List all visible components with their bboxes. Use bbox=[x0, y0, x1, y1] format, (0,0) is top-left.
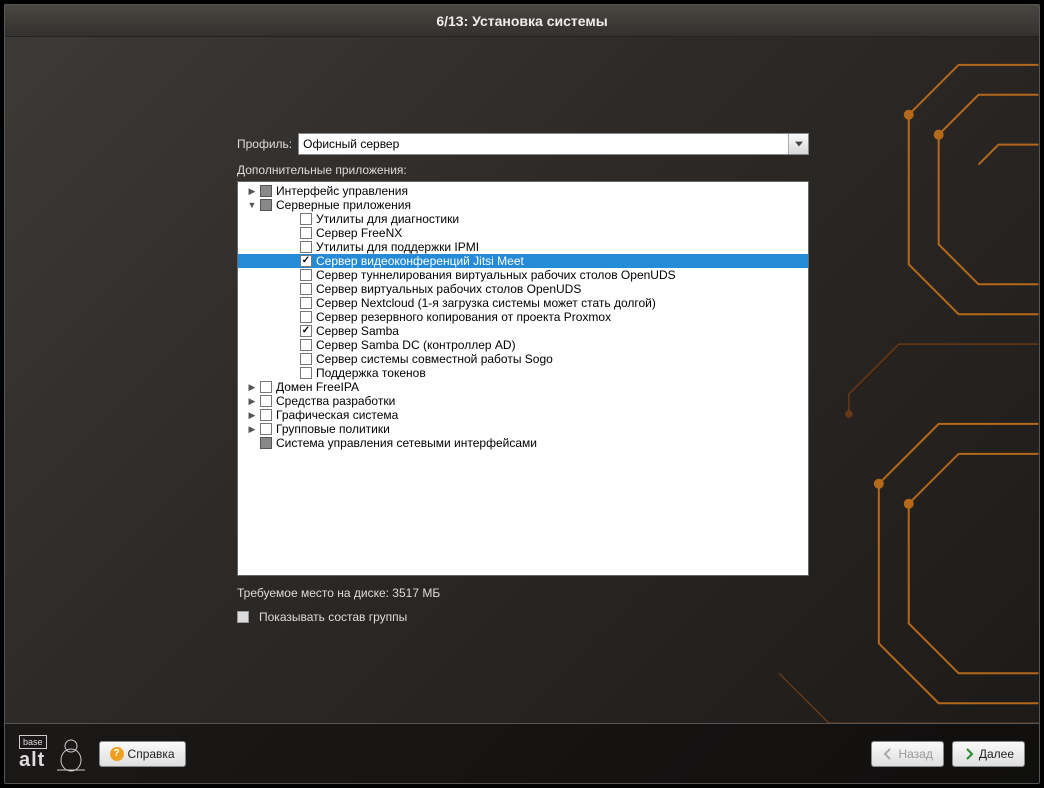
tree-checkbox[interactable] bbox=[300, 269, 312, 281]
tree-checkbox[interactable] bbox=[260, 185, 272, 197]
tree-checkbox[interactable] bbox=[260, 409, 272, 421]
tree-item[interactable]: Сервер Samba bbox=[238, 324, 808, 338]
expander-none bbox=[282, 367, 294, 379]
profile-label: Профиль: bbox=[237, 137, 292, 151]
tree-checkbox[interactable] bbox=[300, 213, 312, 225]
tree-item-label: Домен FreeIPA bbox=[276, 380, 359, 394]
tree-item-label: Сервер Nextcloud (1-я загрузка системы м… bbox=[316, 296, 656, 310]
tree-item[interactable]: Сервер Nextcloud (1-я загрузка системы м… bbox=[238, 296, 808, 310]
disk-required-label: Требуемое место на диске: 3517 МБ bbox=[237, 586, 809, 600]
tree-item-label: Средства разработки bbox=[276, 394, 395, 408]
profile-dropdown[interactable]: Офисный сервер bbox=[298, 133, 809, 155]
expander-closed-icon[interactable]: ▶ bbox=[246, 409, 258, 421]
tree-item-label: Поддержка токенов bbox=[316, 366, 426, 380]
expander-none bbox=[282, 255, 294, 267]
tree-item-label: Сервер туннелирования виртуальных рабочи… bbox=[316, 268, 676, 282]
tree-checkbox[interactable] bbox=[260, 199, 272, 211]
tree-item[interactable]: Поддержка токенов bbox=[238, 366, 808, 380]
main-content: Профиль: Офисный сервер Дополнительные п… bbox=[237, 133, 809, 624]
expander-none bbox=[282, 227, 294, 239]
arrow-right-icon bbox=[963, 748, 975, 760]
back-button[interactable]: Назад bbox=[871, 741, 943, 767]
tree-item[interactable]: ▶ Домен FreeIPA bbox=[238, 380, 808, 394]
tree-item[interactable]: Сервер туннелирования виртуальных рабочи… bbox=[238, 268, 808, 282]
tree-checkbox[interactable] bbox=[300, 297, 312, 309]
tree-item-label: Групповые политики bbox=[276, 422, 390, 436]
expander-none bbox=[282, 353, 294, 365]
show-group-label: Показывать состав группы bbox=[259, 610, 407, 624]
tree-item-label: Интерфейс управления bbox=[276, 184, 408, 198]
tree-checkbox[interactable] bbox=[300, 311, 312, 323]
tree-item[interactable]: Утилиты для поддержки IPMI bbox=[238, 240, 808, 254]
profile-value: Офисный сервер bbox=[303, 137, 399, 151]
tree-item-label: Сервер FreeNX bbox=[316, 226, 402, 240]
tree-item-label: Утилиты для диагностики bbox=[316, 212, 459, 226]
tree-item-label: Графическая система bbox=[276, 408, 398, 422]
expander-none bbox=[282, 269, 294, 281]
tree-checkbox[interactable] bbox=[260, 437, 272, 449]
expander-none bbox=[246, 437, 258, 449]
expander-closed-icon[interactable]: ▶ bbox=[246, 185, 258, 197]
page-title: 6/13: Установка системы bbox=[436, 13, 607, 29]
next-button[interactable]: Далее bbox=[952, 741, 1025, 767]
tree-checkbox[interactable] bbox=[260, 395, 272, 407]
expander-none bbox=[282, 297, 294, 309]
tree-checkbox[interactable] bbox=[300, 227, 312, 239]
expander-closed-icon[interactable]: ▶ bbox=[246, 395, 258, 407]
tree-checkbox[interactable] bbox=[260, 423, 272, 435]
help-button[interactable]: ? Справка bbox=[99, 741, 186, 767]
tree-item-label: Сервер видеоконференций Jitsi Meet bbox=[316, 254, 524, 268]
expander-none bbox=[282, 213, 294, 225]
tree-item[interactable]: ▶ Групповые политики bbox=[238, 422, 808, 436]
tree-item-label: Сервер Samba DC (контроллер AD) bbox=[316, 338, 516, 352]
tree-item[interactable]: ▶ Средства разработки bbox=[238, 394, 808, 408]
tree-checkbox[interactable] bbox=[300, 255, 312, 267]
tree-checkbox[interactable] bbox=[300, 283, 312, 295]
help-icon: ? bbox=[110, 747, 124, 761]
tree-item[interactable]: Система управления сетевыми интерфейсами bbox=[238, 436, 808, 450]
penguin-icon bbox=[51, 738, 91, 772]
tree-item-label: Утилиты для поддержки IPMI bbox=[316, 240, 479, 254]
tree-item-label: Серверные приложения bbox=[276, 198, 411, 212]
tree-item[interactable]: Сервер FreeNX bbox=[238, 226, 808, 240]
expander-closed-icon[interactable]: ▶ bbox=[246, 423, 258, 435]
expander-none bbox=[282, 241, 294, 253]
tree-checkbox[interactable] bbox=[300, 241, 312, 253]
tree-item[interactable]: ▶ Интерфейс управления bbox=[238, 184, 808, 198]
tree-item[interactable]: ▶ Графическая система bbox=[238, 408, 808, 422]
apps-label: Дополнительные приложения: bbox=[237, 163, 809, 177]
tree-item[interactable]: Сервер видеоконференций Jitsi Meet bbox=[238, 254, 808, 268]
show-group-row: Показывать состав группы bbox=[237, 610, 809, 624]
tree-checkbox[interactable] bbox=[300, 325, 312, 337]
apps-tree[interactable]: ▶ Интерфейс управления ▼ Серверные приложен… bbox=[237, 181, 809, 576]
title-bar: 6/13: Установка системы bbox=[5, 5, 1039, 37]
tree-item-label: Сервер виртуальных рабочих столов OpenUD… bbox=[316, 282, 581, 296]
tree-item-label: Сервер Samba bbox=[316, 324, 399, 338]
expander-none bbox=[282, 283, 294, 295]
tree-item-label: Сервер резервного копирования от проекта… bbox=[316, 310, 611, 324]
footer-bar: base alt ? Справка Назад Далее bbox=[5, 723, 1039, 783]
expander-none bbox=[282, 311, 294, 323]
expander-none bbox=[282, 325, 294, 337]
tree-item[interactable]: Сервер резервного копирования от проекта… bbox=[238, 310, 808, 324]
installer-window: 6/13: Установка системы Профиль: Офисный… bbox=[4, 4, 1040, 784]
expander-closed-icon[interactable]: ▶ bbox=[246, 381, 258, 393]
tree-item[interactable]: Сервер Samba DC (контроллер AD) bbox=[238, 338, 808, 352]
tree-checkbox[interactable] bbox=[300, 367, 312, 379]
expander-none bbox=[282, 339, 294, 351]
tree-item[interactable]: ▼ Серверные приложения bbox=[238, 198, 808, 212]
tree-item-label: Сервер системы совместной работы Sogo bbox=[316, 352, 553, 366]
tree-item[interactable]: Сервер системы совместной работы Sogo bbox=[238, 352, 808, 366]
tree-item[interactable]: Утилиты для диагностики bbox=[238, 212, 808, 226]
tree-item[interactable]: Сервер виртуальных рабочих столов OpenUD… bbox=[238, 282, 808, 296]
tree-checkbox[interactable] bbox=[300, 353, 312, 365]
dropdown-arrow-icon[interactable] bbox=[788, 134, 808, 154]
arrow-left-icon bbox=[882, 748, 894, 760]
tree-checkbox[interactable] bbox=[260, 381, 272, 393]
tree-checkbox[interactable] bbox=[300, 339, 312, 351]
basealt-logo: base alt bbox=[19, 735, 91, 772]
tree-item-label: Система управления сетевыми интерфейсами bbox=[276, 436, 537, 450]
expander-open-icon[interactable]: ▼ bbox=[246, 199, 258, 211]
show-group-checkbox[interactable] bbox=[237, 611, 249, 623]
